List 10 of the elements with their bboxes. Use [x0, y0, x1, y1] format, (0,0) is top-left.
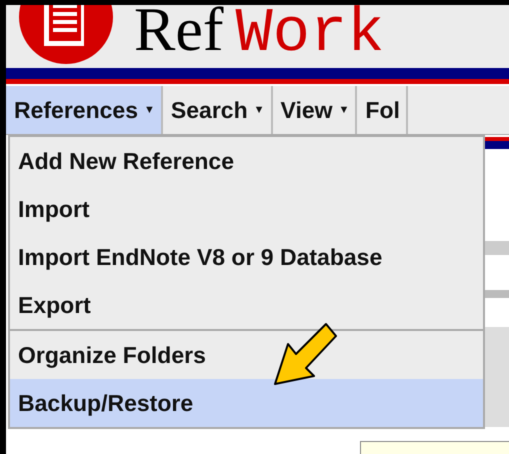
menu-item[interactable]: Add New Reference — [10, 137, 483, 185]
menu-item[interactable]: Import — [10, 185, 483, 233]
menu-item[interactable]: Backup/Restore — [10, 379, 483, 427]
logo-text: Ref — [134, 5, 224, 61]
caret-icon: ▼ — [144, 104, 155, 116]
menu-item[interactable]: Export — [10, 281, 483, 329]
menu-item[interactable]: Import EndNote V8 or 9 Database — [10, 233, 483, 281]
caret-icon: ▼ — [338, 104, 350, 116]
menu-tab[interactable]: References ▼ — [6, 86, 163, 134]
caret-icon: ▼ — [254, 104, 265, 116]
